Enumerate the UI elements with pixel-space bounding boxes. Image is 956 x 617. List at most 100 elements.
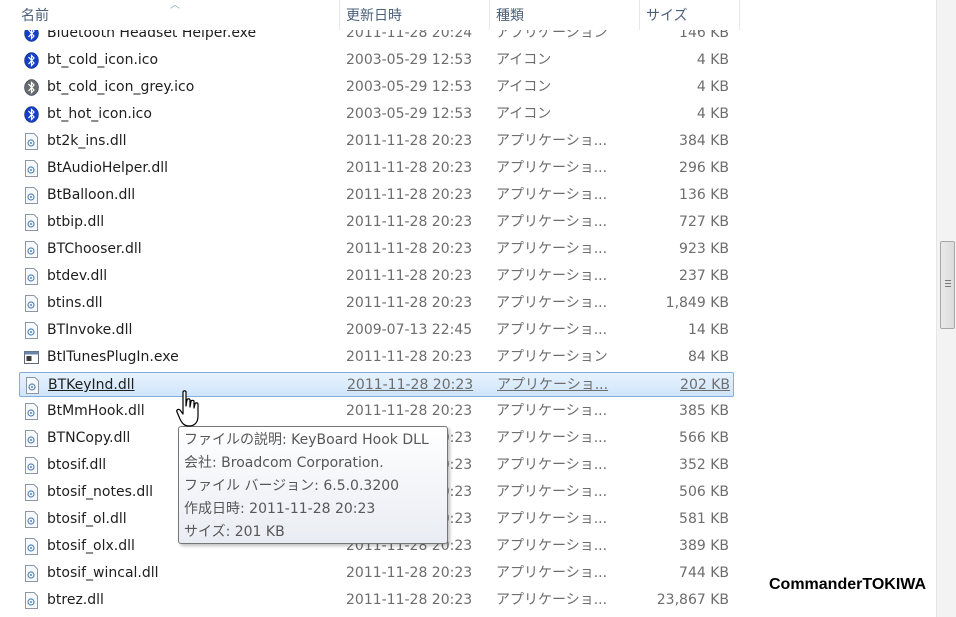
file-size: 84 KB bbox=[687, 349, 729, 365]
file-name: bt_hot_icon.ico bbox=[47, 106, 152, 122]
file-size: 385 KB bbox=[679, 403, 729, 419]
column-header: ︿ 名前 更新日時 種類 サイズ bbox=[0, 0, 936, 30]
column-header-name[interactable]: 名前 bbox=[15, 0, 340, 30]
scrollbar-thumb[interactable] bbox=[940, 241, 955, 329]
file-size: 384 KB bbox=[679, 133, 729, 149]
file-size: 4 KB bbox=[696, 106, 729, 122]
file-date: 2003-05-29 12:53 bbox=[346, 52, 473, 68]
file-row[interactable]: btosif_wincal.dll 2011-11-28 20:23 アプリケーショ… bbox=[19, 561, 734, 586]
tooltip-description: ファイルの説明: KeyBoard Hook DLL bbox=[184, 432, 429, 448]
file-name: btbip.dll bbox=[47, 214, 105, 230]
file-row[interactable]: BTChooser.dll 2011-11-28 20:23 アプリケーショ... 9… bbox=[19, 237, 734, 262]
file-type: アプリケーション bbox=[496, 349, 608, 365]
file-size: 352 KB bbox=[679, 457, 729, 473]
file-date: 2003-05-29 12:53 bbox=[346, 79, 473, 95]
file-type: アプリケーショ... bbox=[496, 538, 608, 554]
dll-icon bbox=[24, 484, 39, 501]
file-type: アプリケーショ... bbox=[496, 133, 608, 149]
file-name: btins.dll bbox=[47, 295, 103, 311]
dll-icon bbox=[24, 511, 39, 528]
dll-icon bbox=[24, 403, 39, 420]
file-row[interactable]: bt_cold_icon.ico 2003-05-29 12:53 アイコン 4 KB bbox=[19, 48, 734, 73]
file-date: 2011-11-28 20:23 bbox=[346, 268, 473, 284]
file-type: アプリケーショ... bbox=[496, 187, 608, 203]
file-name: BTInvoke.dll bbox=[47, 322, 133, 338]
file-row[interactable]: btrez.dll 2011-11-28 20:23 アプリケーショ... 23,86… bbox=[19, 588, 734, 613]
file-row[interactable]: btdev.dll 2011-11-28 20:23 アプリケーショ... 237 K… bbox=[19, 264, 734, 289]
bluetooth-grey-icon bbox=[24, 79, 39, 96]
file-size: 23,867 KB bbox=[656, 592, 729, 608]
file-name: BtAudioHelper.dll bbox=[47, 160, 169, 176]
file-row[interactable]: BtAudioHelper.dll 2011-11-28 20:23 アプリケーショ… bbox=[19, 156, 734, 181]
file-date: 2011-11-28 20:23 bbox=[346, 133, 473, 149]
watermark-text: CommanderTOKIWA bbox=[769, 576, 927, 593]
column-header-size[interactable]: サイズ bbox=[640, 0, 740, 30]
file-row[interactable]: BtMmHook.dll 2011-11-28 20:23 アプリケーショ... 38… bbox=[19, 399, 734, 424]
dll-icon bbox=[24, 187, 39, 204]
file-type: アプリケーショ... bbox=[496, 160, 608, 176]
file-type: アプリケーショ... bbox=[496, 214, 608, 230]
file-date: 2003-05-29 12:53 bbox=[346, 106, 473, 122]
file-type: アプリケーショ... bbox=[496, 322, 608, 338]
file-type: アプリケーショ... bbox=[496, 295, 608, 311]
file-size: 923 KB bbox=[679, 241, 729, 257]
file-name: bt_cold_icon.ico bbox=[47, 52, 159, 68]
dll-icon bbox=[24, 592, 39, 609]
exe-icon bbox=[24, 349, 39, 366]
file-row[interactable]: BtBalloon.dll 2011-11-28 20:23 アプリケーショ... 1… bbox=[19, 183, 734, 208]
dll-icon bbox=[24, 160, 39, 177]
file-size: 4 KB bbox=[696, 79, 729, 95]
file-size: 202 KB bbox=[680, 377, 730, 393]
tooltip-company: 会社: Broadcom Corporation. bbox=[184, 455, 384, 471]
bluetooth-icon bbox=[24, 52, 39, 69]
file-date: 2011-11-28 20:23 bbox=[346, 241, 473, 257]
file-type: アプリケーショ... bbox=[497, 377, 609, 393]
dll-icon bbox=[24, 214, 39, 231]
tooltip-size: サイズ: 201 KB bbox=[184, 524, 285, 540]
file-name: btdev.dll bbox=[47, 268, 108, 284]
tooltip-created: 作成日時: 2011-11-28 20:23 bbox=[184, 501, 376, 517]
file-size: 581 KB bbox=[679, 511, 729, 527]
bluetooth-icon bbox=[24, 106, 39, 123]
file-size: 14 KB bbox=[687, 322, 729, 338]
file-name: BtBalloon.dll bbox=[47, 187, 136, 203]
dll-icon bbox=[24, 322, 39, 339]
file-size: 237 KB bbox=[679, 268, 729, 284]
dll-icon bbox=[24, 565, 39, 582]
file-date: 2011-11-28 20:23 bbox=[346, 592, 473, 608]
file-row[interactable]: btbip.dll 2011-11-28 20:23 アプリケーショ... 727 K… bbox=[19, 210, 734, 235]
file-row[interactable]: BTInvoke.dll 2009-07-13 22:45 アプリケーショ... 14… bbox=[19, 318, 734, 343]
column-header-type[interactable]: 種類 bbox=[490, 0, 640, 30]
vertical-scrollbar[interactable] bbox=[936, 0, 956, 617]
file-type: アプリケーショ... bbox=[496, 403, 608, 419]
file-name: bt_cold_icon_grey.ico bbox=[47, 79, 195, 95]
file-row[interactable]: bt_hot_icon.ico 2003-05-29 12:53 アイコン 4 KB bbox=[19, 102, 734, 127]
file-date: 2011-11-28 20:23 bbox=[346, 565, 473, 581]
dll-icon bbox=[24, 268, 39, 285]
file-type: アイコン bbox=[496, 52, 552, 68]
file-size: 296 KB bbox=[679, 160, 729, 176]
dll-icon bbox=[24, 538, 39, 555]
file-size: 727 KB bbox=[679, 214, 729, 230]
file-type: アイコン bbox=[496, 79, 552, 95]
file-name: btrez.dll bbox=[47, 592, 104, 608]
file-row-selected[interactable]: BTKeyInd.dll 2011-11-28 20:23 アプリケーショ... 20… bbox=[19, 372, 734, 397]
file-row[interactable]: bt2k_ins.dll 2011-11-28 20:23 アプリケーショ... 38… bbox=[19, 129, 734, 154]
file-name: BTChooser.dll bbox=[47, 241, 142, 257]
grip-line bbox=[945, 283, 951, 284]
file-type: アプリケーショ... bbox=[496, 511, 608, 527]
file-row[interactable]: BtITunesPlugIn.exe 2011-11-28 20:23 アプリケーシ… bbox=[19, 345, 734, 370]
file-info-tooltip: ファイルの説明: KeyBoard Hook DLL 会社: Broadcom … bbox=[178, 426, 448, 544]
file-name: bt2k_ins.dll bbox=[47, 133, 127, 149]
column-header-date[interactable]: 更新日時 bbox=[340, 0, 490, 30]
file-type: アプリケーショ... bbox=[496, 430, 608, 446]
file-date: 2011-11-28 20:23 bbox=[346, 403, 473, 419]
file-type: アプリケーショ... bbox=[496, 484, 608, 500]
file-row[interactable]: btins.dll 2011-11-28 20:23 アプリケーショ... 1,849… bbox=[19, 291, 734, 316]
grip-line bbox=[945, 280, 951, 281]
hand-cursor-icon bbox=[176, 390, 199, 427]
tooltip-version: ファイル バージョン: 6.5.0.3200 bbox=[184, 478, 400, 494]
file-date: 2011-11-28 20:23 bbox=[346, 349, 473, 365]
file-size: 566 KB bbox=[679, 430, 729, 446]
file-row[interactable]: bt_cold_icon_grey.ico 2003-05-29 12:53 アイコ… bbox=[19, 75, 734, 100]
